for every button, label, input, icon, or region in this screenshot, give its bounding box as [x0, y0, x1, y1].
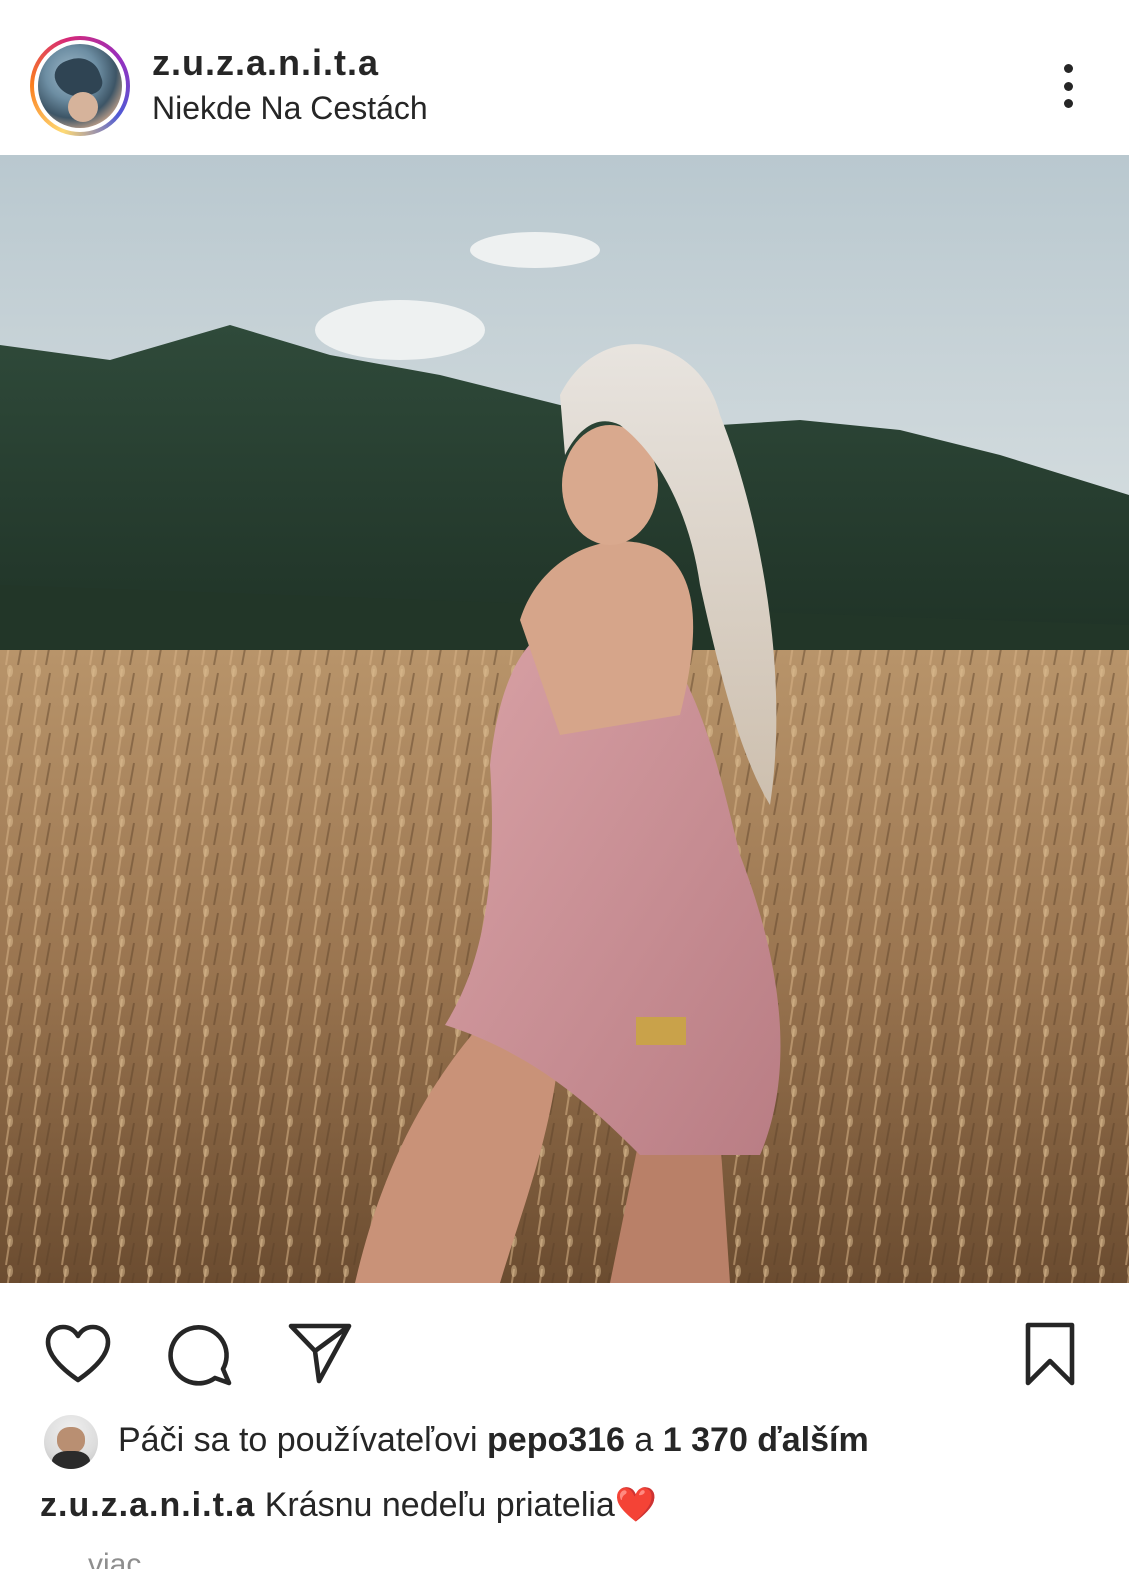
- bookmark-icon[interactable]: [1015, 1319, 1085, 1389]
- heart-emoji: ❤️: [614, 1486, 658, 1524]
- more-link[interactable]: viac: [88, 1548, 141, 1569]
- post-header: z.u.z.a.n.i.t.a Niekde Na Cestách: [0, 0, 1129, 155]
- post-photo[interactable]: [0, 155, 1129, 1283]
- more-options-icon[interactable]: [1048, 58, 1088, 114]
- avatar-image: [38, 44, 122, 128]
- post-actions: [0, 1283, 1129, 1403]
- heart-icon[interactable]: [43, 1319, 113, 1389]
- photo-illustration: [0, 155, 1129, 1283]
- likes-text[interactable]: Páči sa to používateľovi pepo316 a 1 370…: [118, 1421, 869, 1460]
- post-location[interactable]: Niekde Na Cestách: [152, 90, 428, 127]
- liker-username[interactable]: pepo316: [487, 1421, 625, 1459]
- post-username[interactable]: z.u.z.a.n.i.t.a: [152, 42, 379, 84]
- likes-row[interactable]: Páči sa to používateľovi pepo316 a 1 370…: [0, 1405, 1129, 1475]
- post-caption: z.u.z.a.n.i.t.a Krásnu nedeľu priatelia❤…: [40, 1485, 657, 1525]
- caption-username[interactable]: z.u.z.a.n.i.t.a: [40, 1486, 255, 1524]
- caption-text: Krásnu nedeľu priatelia: [255, 1486, 615, 1524]
- likes-count[interactable]: 1 370 ďalším: [663, 1421, 869, 1459]
- liker-avatar[interactable]: [44, 1415, 98, 1469]
- send-icon[interactable]: [285, 1319, 355, 1389]
- comment-icon[interactable]: [165, 1319, 235, 1389]
- profile-avatar[interactable]: [30, 36, 130, 136]
